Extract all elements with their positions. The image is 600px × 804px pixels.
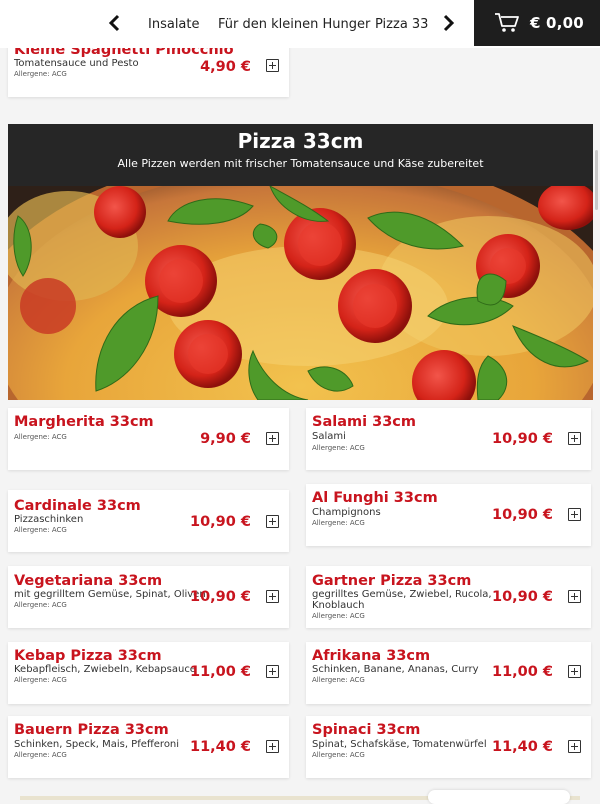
item-allergens: Allergene: ACG bbox=[14, 433, 67, 441]
cart-total: € 0,00 bbox=[530, 14, 584, 32]
item-allergens: Allergene: ACG bbox=[312, 676, 365, 684]
scrollbar[interactable] bbox=[595, 150, 598, 210]
item-price: 10,90 € bbox=[189, 589, 251, 605]
floating-pill bbox=[428, 790, 570, 804]
item-allergens: Allergene: ACG bbox=[312, 612, 365, 620]
item-allergens: Allergene: ACG bbox=[312, 751, 365, 759]
menu-item-card[interactable]: Margherita 33cm Allergene: ACG 9,90 € bbox=[8, 408, 289, 470]
item-allergens: Allergene: ACG bbox=[312, 519, 365, 527]
category-tab-pizza[interactable]: Pizza 33 bbox=[375, 17, 428, 32]
item-description: Salami bbox=[312, 431, 346, 442]
item-price: 10,90 € bbox=[189, 514, 251, 530]
menu-item-card[interactable]: Spinaci 33cm Spinat, Schafskäse, Tomaten… bbox=[306, 716, 591, 778]
pizza-hero-image bbox=[8, 186, 593, 400]
item-name: Al Funghi 33cm bbox=[312, 490, 438, 506]
item-description: Tomatensauce und Pesto bbox=[14, 58, 139, 69]
item-name: Vegetariana 33cm bbox=[14, 573, 163, 589]
section-header: Pizza 33cm Alle Pizzen werden mit frisch… bbox=[8, 124, 593, 186]
item-description: Schinken, Speck, Mais, Pfefferoni bbox=[14, 739, 180, 750]
section-subtitle: Alle Pizzen werden mit frischer Tomatens… bbox=[117, 157, 484, 170]
item-price: 11,40 € bbox=[491, 739, 553, 755]
chevron-right-icon[interactable] bbox=[436, 8, 460, 38]
category-tab-kleiner-hunger[interactable]: Für den kleinen Hunger bbox=[218, 17, 370, 32]
item-price: 11,00 € bbox=[189, 664, 251, 680]
menu-item-card[interactable]: Salami 33cm Salami Allergene: ACG 10,90 … bbox=[306, 408, 591, 470]
item-allergens: Allergene: ACG bbox=[312, 444, 365, 452]
item-name: Spinaci 33cm bbox=[312, 722, 421, 738]
item-name: Salami 33cm bbox=[312, 414, 416, 430]
menu-item-card[interactable]: Kebap Pizza 33cm Kebapfleisch, Zwiebeln,… bbox=[8, 642, 289, 704]
chevron-left-icon[interactable] bbox=[103, 8, 127, 38]
shopping-cart-icon bbox=[495, 13, 519, 32]
item-name: Afrikana 33cm bbox=[312, 648, 431, 664]
item-allergens: Allergene: ACG bbox=[14, 676, 67, 684]
item-name: Kebap Pizza 33cm bbox=[14, 648, 162, 664]
item-allergens: Allergene: ACG bbox=[14, 601, 67, 609]
item-price: 10,90 € bbox=[491, 589, 553, 605]
item-description: Pizzaschinken bbox=[14, 514, 84, 525]
item-allergens: Allergene: ACG bbox=[14, 70, 67, 78]
item-price: 10,90 € bbox=[491, 507, 553, 523]
category-tab-insalate[interactable]: Insalate bbox=[148, 17, 200, 32]
add-to-cart-icon[interactable] bbox=[266, 515, 279, 528]
add-to-cart-icon[interactable] bbox=[266, 432, 279, 445]
item-description: gegrilltes Gemüse, Zwiebel, Rucola, Knob… bbox=[312, 589, 492, 611]
item-allergens: Allergene: ACG bbox=[14, 526, 67, 534]
item-price: 4,90 € bbox=[200, 59, 251, 75]
section-title: Pizza 33cm bbox=[237, 129, 364, 153]
item-description: Champignons bbox=[312, 507, 381, 518]
item-description: mit gegrilltem Gemüse, Spinat, Oliven bbox=[14, 589, 206, 600]
item-price: 11,40 € bbox=[189, 739, 251, 755]
item-name: Bauern Pizza 33cm bbox=[14, 722, 169, 738]
add-to-cart-icon[interactable] bbox=[568, 740, 581, 753]
add-to-cart-icon[interactable] bbox=[568, 432, 581, 445]
menu-item-card[interactable]: Afrikana 33cm Schinken, Banane, Ananas, … bbox=[306, 642, 591, 704]
menu-item-card[interactable]: Cardinale 33cm Pizzaschinken Allergene: … bbox=[8, 490, 289, 552]
item-allergens: Allergene: ACG bbox=[14, 751, 67, 759]
add-to-cart-icon[interactable] bbox=[266, 590, 279, 603]
menu-item-card[interactable]: Gartner Pizza 33cm gegrilltes Gemüse, Zw… bbox=[306, 566, 591, 628]
menu-item-card[interactable]: Al Funghi 33cm Champignons Allergene: AC… bbox=[306, 484, 591, 546]
add-to-cart-icon[interactable] bbox=[266, 665, 279, 678]
item-name: Gartner Pizza 33cm bbox=[312, 573, 472, 589]
item-price: 11,00 € bbox=[491, 664, 553, 680]
add-to-cart-icon[interactable] bbox=[568, 508, 581, 521]
add-to-cart-icon[interactable] bbox=[568, 590, 581, 603]
add-to-cart-icon[interactable] bbox=[568, 665, 581, 678]
item-description: Schinken, Banane, Ananas, Curry bbox=[312, 664, 479, 675]
item-price: 9,90 € bbox=[200, 431, 251, 447]
add-to-cart-icon[interactable] bbox=[266, 59, 279, 72]
add-to-cart-icon[interactable] bbox=[266, 740, 279, 753]
item-description: Spinat, Schafskäse, Tomatenwürfel bbox=[312, 739, 487, 750]
item-price: 10,90 € bbox=[491, 431, 553, 447]
category-nav: Insalate Für den kleinen Hunger Pizza 33… bbox=[0, 0, 600, 48]
menu-item-card[interactable]: Bauern Pizza 33cm Schinken, Speck, Mais,… bbox=[8, 716, 289, 778]
item-name: Margherita 33cm bbox=[14, 414, 154, 430]
menu-item-card[interactable]: Vegetariana 33cm mit gegrilltem Gemüse, … bbox=[8, 566, 289, 628]
cart-button[interactable]: € 0,00 bbox=[474, 0, 600, 46]
item-name: Cardinale 33cm bbox=[14, 498, 141, 514]
item-description: Kebapfleisch, Zwiebeln, Kebapsauce bbox=[14, 664, 196, 675]
